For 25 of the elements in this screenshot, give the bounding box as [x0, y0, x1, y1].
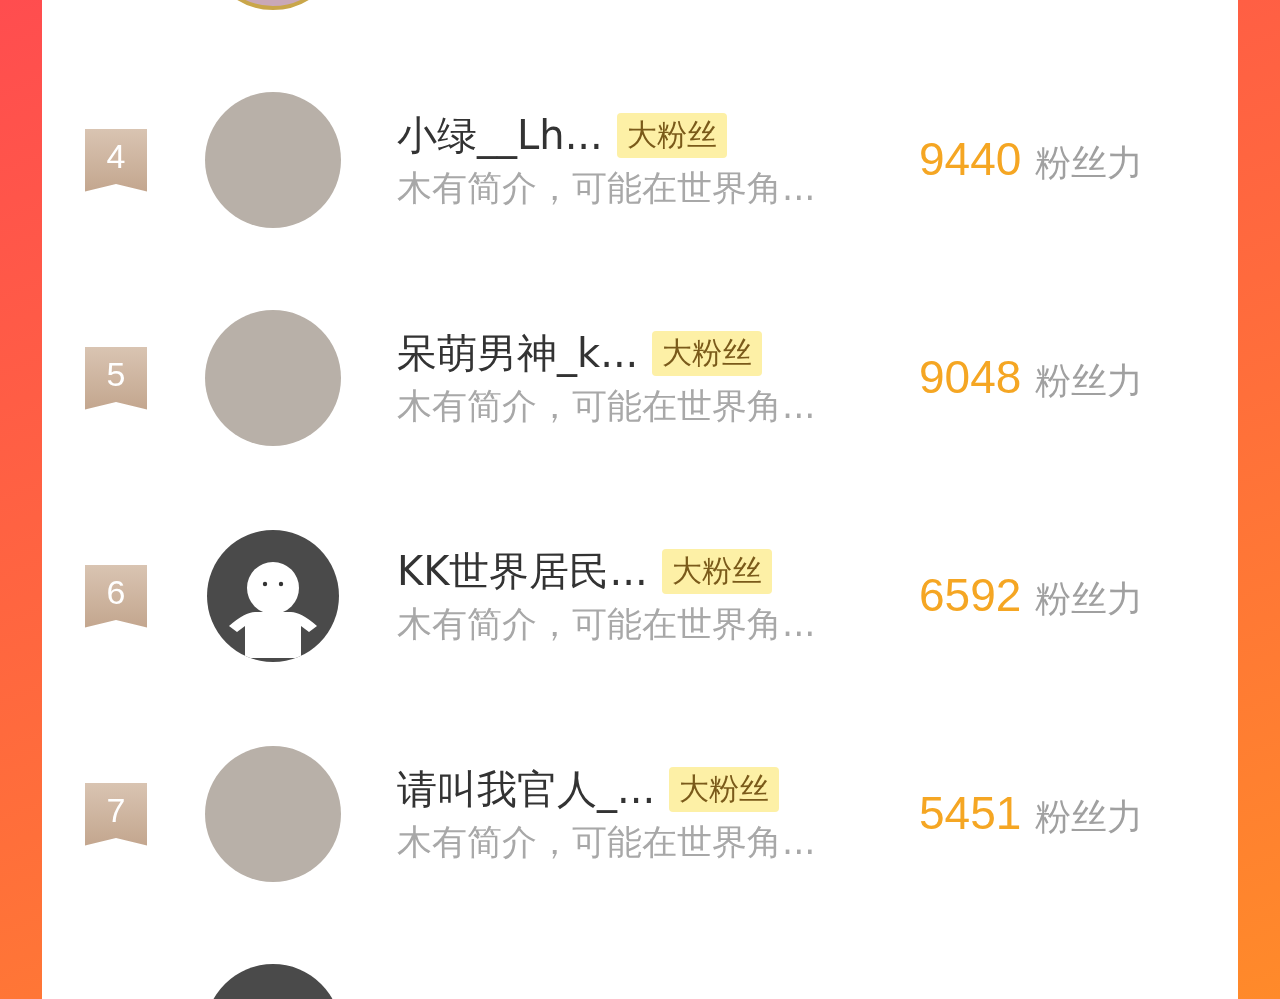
rank-flag: 5 [85, 346, 147, 410]
rank-flag: 7 [85, 782, 147, 846]
user-name[interactable]: KK世界居民... [397, 544, 648, 599]
user-intro: 木有简介，可能在世界角... [397, 821, 817, 864]
fan-badge: 大粉丝 [661, 549, 772, 594]
fan-badge: 大粉丝 [616, 113, 727, 158]
user-name[interactable]: 小绿__Lh... [397, 108, 603, 163]
default-avatar-icon[interactable] [207, 530, 339, 662]
user-intro: 木有简介，可能在世界角... [397, 167, 817, 210]
rank-flag: 6 [85, 564, 147, 628]
user-name[interactable]: 呆萌男神_k... [397, 326, 639, 381]
user-intro: 木有简介，可能在世界角... [397, 385, 817, 428]
fan-score: 9440 [919, 132, 1022, 186]
fan-badge: 大粉丝 [669, 767, 780, 812]
fan-score: 6592 [919, 568, 1022, 622]
score-unit: 粉丝力 [1035, 359, 1144, 403]
score-unit: 粉丝力 [1035, 577, 1144, 621]
rank-flag: 4 [85, 128, 147, 192]
fan-score: 9048 [919, 350, 1022, 404]
user-name[interactable]: 请叫我官人_... [397, 762, 656, 817]
fan-score: 5451 [919, 786, 1022, 840]
score-unit: 粉丝力 [1035, 795, 1144, 839]
fan-badge: 大粉丝 [652, 331, 763, 376]
user-intro: 木有简介，可能在世界角... [397, 603, 817, 646]
score-unit: 粉丝力 [1035, 141, 1144, 185]
